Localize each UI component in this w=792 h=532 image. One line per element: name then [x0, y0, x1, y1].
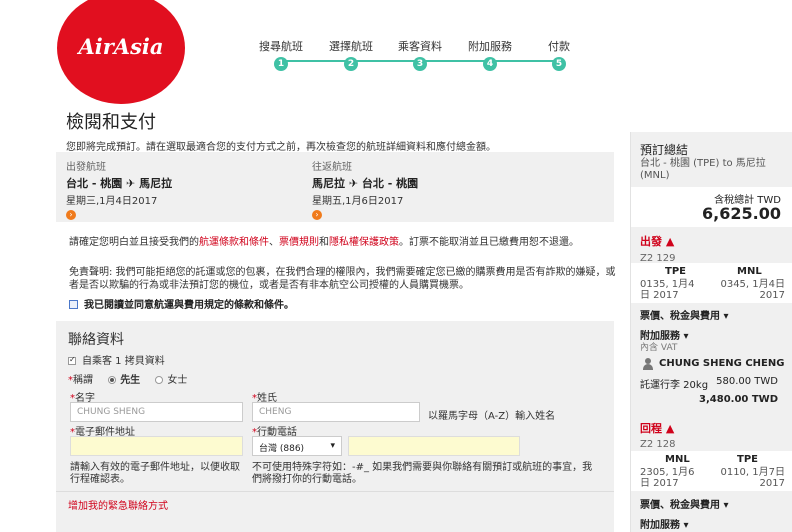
return-origin-time: 2305, 1月6日 2017 [640, 467, 695, 489]
country-code-select[interactable]: 台灣 (886) ▾ [252, 436, 342, 456]
return-toggle[interactable]: 回程 ▲ [640, 420, 674, 436]
name-hint: 以羅馬字母（A-Z）輸入姓名 [428, 411, 556, 422]
step-payment[interactable]: 付款 5 [524, 38, 594, 71]
step-label: 附加服務 [468, 40, 512, 53]
copy-checkbox[interactable] [68, 355, 76, 365]
addons-toggle-return[interactable]: 附加服務 ▾ [640, 516, 689, 531]
booking-summary-sidebar: 預訂總結 台北 - 桃園 (TPE) to 馬尼拉 (MNL) 含稅總計 TWD… [630, 132, 792, 532]
summary-route: 台北 - 桃園 (TPE) to 馬尼拉 (MNL) [640, 158, 766, 181]
step-label: 搜尋航班 [259, 40, 303, 53]
copy-from-passenger[interactable]: 自乘客 1 拷貝資料 [68, 352, 165, 367]
salutation-row: *稱謂 先生 女士 [68, 371, 187, 386]
outbound-label: 出發航班 [66, 162, 106, 173]
passenger-name: CHUNG SHENG CHENG [659, 358, 785, 369]
step-label: 乘客資料 [398, 40, 442, 53]
email-input[interactable] [70, 436, 243, 456]
step-number: 2 [344, 57, 358, 71]
terms-text: 請確定您明白並且接受我們的航運條款和條件、票價規則和隱私權保護政策。訂票不能取消… [69, 236, 617, 249]
step-select-flight[interactable]: 選擇航班 2 [316, 38, 386, 71]
vat-note: 內含 VAT [640, 343, 678, 353]
step-search[interactable]: 搜尋航班 1 [246, 38, 316, 71]
chevron-down-icon: ▾ [330, 441, 335, 451]
depart-origin: TPE [665, 266, 686, 277]
depart-toggle[interactable]: 出發 ▲ [640, 233, 674, 249]
airasia-logo[interactable]: AirAsia [57, 0, 185, 104]
email-note: 請輸入有效的電子郵件地址，以便收取行程確認表。 [70, 462, 240, 485]
privacy-link[interactable]: 隱私權保護政策 [329, 237, 399, 248]
total-box: 含稅總計 TWD 6,625.00 [631, 187, 792, 227]
depart-destination: MNL [737, 266, 762, 277]
add-emergency-contact-link[interactable]: 增加我的緊急聯絡方式 [68, 497, 168, 512]
outbound-flight: 出發航班 台北 - 桃園 ✈ 馬尼拉 星期三,1月4日2017 › [66, 158, 306, 220]
return-origin: MNL [665, 454, 690, 465]
mr-label: 先生 [120, 375, 141, 386]
return-flight: 往返航班 馬尼拉 ✈ 台北 - 桃園 星期五,1月6日2017 › [312, 158, 552, 220]
baggage-label: 託運行李 20kg [640, 380, 709, 391]
terms-sep: 、 [269, 237, 279, 248]
step-number: 3 [413, 57, 427, 71]
last-name-input[interactable]: CHENG [252, 402, 420, 422]
page-title: 檢閱和支付 [66, 112, 156, 133]
copy-label: 自乘客 1 拷貝資料 [82, 356, 165, 367]
first-name-input[interactable]: CHUNG SHENG [70, 402, 243, 422]
return-destination-time: 0110, 1月7日 2017 [720, 467, 785, 489]
fare-tax-toggle-return[interactable]: 票價、稅金與費用 ▾ [640, 496, 729, 511]
page-subtitle: 您即將完成預訂。請在選取最適合您的支付方式之前，再次檢查您的航班詳細資料和應付總… [66, 142, 496, 153]
step-number: 4 [483, 57, 497, 71]
step-label: 選擇航班 [329, 40, 373, 53]
terms-prefix: 請確定您明白並且接受我們的 [69, 237, 199, 248]
disclaimer-text: 免責聲明: 我們可能拒絕您的託運或您的包裹，在我們合理的權限內，我們需要確定您已… [69, 267, 616, 291]
depart-destination-time: 0345, 1月4日 2017 [720, 279, 785, 301]
contact-section: 聯絡資料 自乘客 1 拷貝資料 *稱謂 先生 女士 *名字 CHUNG SHEN… [56, 321, 614, 532]
step-number: 5 [552, 57, 566, 71]
ms-label: 女士 [167, 375, 188, 386]
depart-card: TPE MNL 0135, 1月4日 2017 0345, 1月4日 2017 [631, 263, 792, 303]
ms-radio[interactable] [155, 376, 164, 384]
step-number: 1 [274, 57, 288, 71]
terms-suffix: 。訂票不能取消並且已繳費用恕不退還。 [399, 237, 579, 248]
agree-label: 我已閱讀並同意航運與費用規定的條款和條件。 [84, 300, 294, 311]
step-passenger[interactable]: 乘客資料 3 [385, 38, 455, 71]
fare-tax-toggle[interactable]: 票價、稅金與費用 ▾ [640, 307, 729, 322]
step-addons[interactable]: 附加服務 4 [455, 38, 525, 71]
return-date: 星期五,1月6日2017 [312, 196, 404, 207]
logo-text: AirAsia [78, 34, 164, 59]
divider [56, 491, 614, 492]
mr-radio[interactable] [108, 376, 117, 384]
chevron-right-icon[interactable]: › [312, 210, 322, 220]
terms-sep: 和 [319, 237, 329, 248]
chevron-right-icon[interactable]: › [66, 210, 76, 220]
country-code-value: 台灣 (886) [259, 444, 305, 454]
total-amount: 6,625.00 [702, 204, 781, 223]
return-flight-number: Z2 128 [640, 439, 676, 450]
return-destination: TPE [737, 454, 758, 465]
phone-note: 不可使用特殊字符如：-#_ 如果我們需要與你聯絡有關預訂或航班的事宜，我們將撥打… [252, 462, 593, 485]
return-route: 馬尼拉 ✈ 台北 - 桃園 [312, 177, 419, 190]
outbound-route: 台北 - 桃園 ✈ 馬尼拉 [66, 177, 173, 190]
summary-title: 預訂總結 [640, 143, 689, 157]
depart-subtotal: 3,480.00 TWD [699, 394, 778, 405]
return-card: MNL TPE 2305, 1月6日 2017 0110, 1月7日 2017 [631, 451, 792, 491]
contact-title: 聯絡資料 [68, 332, 124, 348]
flight-summary: 出發航班 台北 - 桃園 ✈ 馬尼拉 星期三,1月4日2017 › 往返航班 馬… [56, 152, 614, 222]
baggage-price: 580.00 TWD [716, 376, 778, 387]
fare-rules-link[interactable]: 票價規則 [279, 237, 319, 248]
page-header: 檢閱和支付 您即將完成預訂。請在選取最適合您的支付方式之前，再次檢查您的航班詳細… [66, 108, 614, 153]
step-label: 付款 [548, 40, 570, 53]
agree-terms[interactable]: 我已閱讀並同意航運與費用規定的條款和條件。 [69, 296, 294, 311]
salutation-label: 稱謂 [73, 375, 93, 386]
depart-origin-time: 0135, 1月4日 2017 [640, 279, 695, 301]
return-label: 往返航班 [312, 162, 352, 173]
booking-steps: 搜尋航班 1 選擇航班 2 乘客資料 3 附加服務 4 付款 5 [246, 38, 594, 72]
person-icon [642, 358, 654, 370]
agree-checkbox[interactable] [69, 300, 78, 309]
terms-link[interactable]: 航運條款和條件 [199, 237, 269, 248]
outbound-date: 星期三,1月4日2017 [66, 196, 158, 207]
phone-input[interactable] [348, 436, 520, 456]
